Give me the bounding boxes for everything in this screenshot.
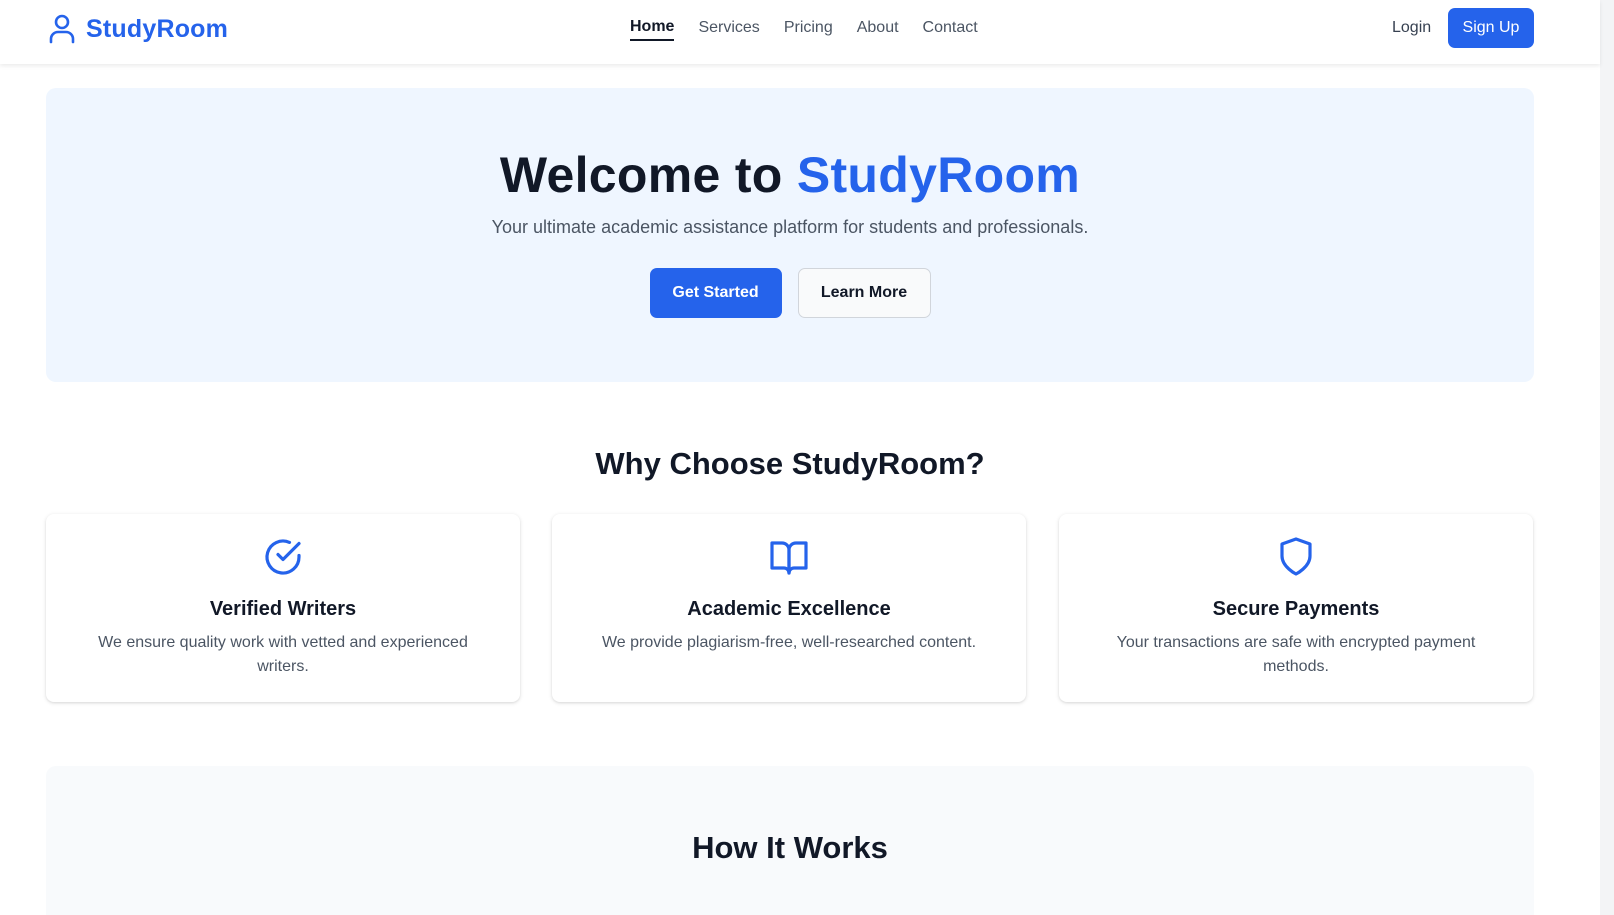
feature-card-title: Verified Writers <box>209 598 357 620</box>
how-it-works-section: How It Works <box>46 766 1534 915</box>
main-nav: Home Services Pricing About Contact <box>630 0 1002 58</box>
page: StudyRoom Home Services Pricing About Co… <box>0 0 1614 915</box>
nav-link-pricing[interactable]: Pricing <box>784 19 833 40</box>
hero-subtitle: Your ultimate academic assistance platfo… <box>491 217 1089 237</box>
feature-card-academic-excellence: Academic Excellence We provide plagiaris… <box>552 514 1026 702</box>
features-heading: Why Choose StudyRoom? <box>595 446 985 481</box>
nav-link-contact[interactable]: Contact <box>923 19 978 40</box>
feature-card-verified-writers: Verified Writers We ensure quality work … <box>46 514 520 702</box>
page-scrollbar[interactable] <box>1600 0 1614 915</box>
sign-up-button[interactable]: Sign Up <box>1448 8 1534 48</box>
hero-title-prefix: Welcome to <box>499 147 797 203</box>
book-open-icon <box>552 537 1026 577</box>
brand-name: StudyRoom <box>86 14 229 43</box>
hero-section: Welcome to StudyRoom Your ultimate acade… <box>46 88 1534 382</box>
feature-card-title: Academic Excellence <box>687 598 891 620</box>
top-navbar: StudyRoom Home Services Pricing About Co… <box>0 0 1600 64</box>
nav-link-about[interactable]: About <box>857 19 899 40</box>
check-circle-icon <box>46 537 520 577</box>
feature-card-description: We ensure quality work with vetted and e… <box>98 634 468 675</box>
learn-more-button[interactable]: Learn More <box>797 268 931 318</box>
hero-button-group: Get Started Learn More <box>46 268 1534 318</box>
get-started-button[interactable]: Get Started <box>649 268 782 318</box>
feature-card-description: We provide plagiarism-free, well-researc… <box>601 634 977 651</box>
nav-link-services[interactable]: Services <box>698 19 759 40</box>
feature-card-title: Secure Payments <box>1212 598 1380 620</box>
hero-title: Welcome to StudyRoom <box>46 146 1534 204</box>
user-icon <box>48 13 76 45</box>
brand-logo[interactable]: StudyRoom <box>48 13 228 45</box>
shield-icon <box>1059 537 1533 577</box>
how-it-works-heading: How It Works <box>692 830 888 865</box>
feature-card-description: Your transactions are safe with encrypte… <box>1116 634 1476 675</box>
nav-link-home[interactable]: Home <box>630 18 675 41</box>
login-link[interactable]: Login <box>1392 19 1431 37</box>
feature-card-secure-payments: Secure Payments Your transactions are sa… <box>1059 514 1533 702</box>
hero-title-accent: StudyRoom <box>796 147 1081 203</box>
